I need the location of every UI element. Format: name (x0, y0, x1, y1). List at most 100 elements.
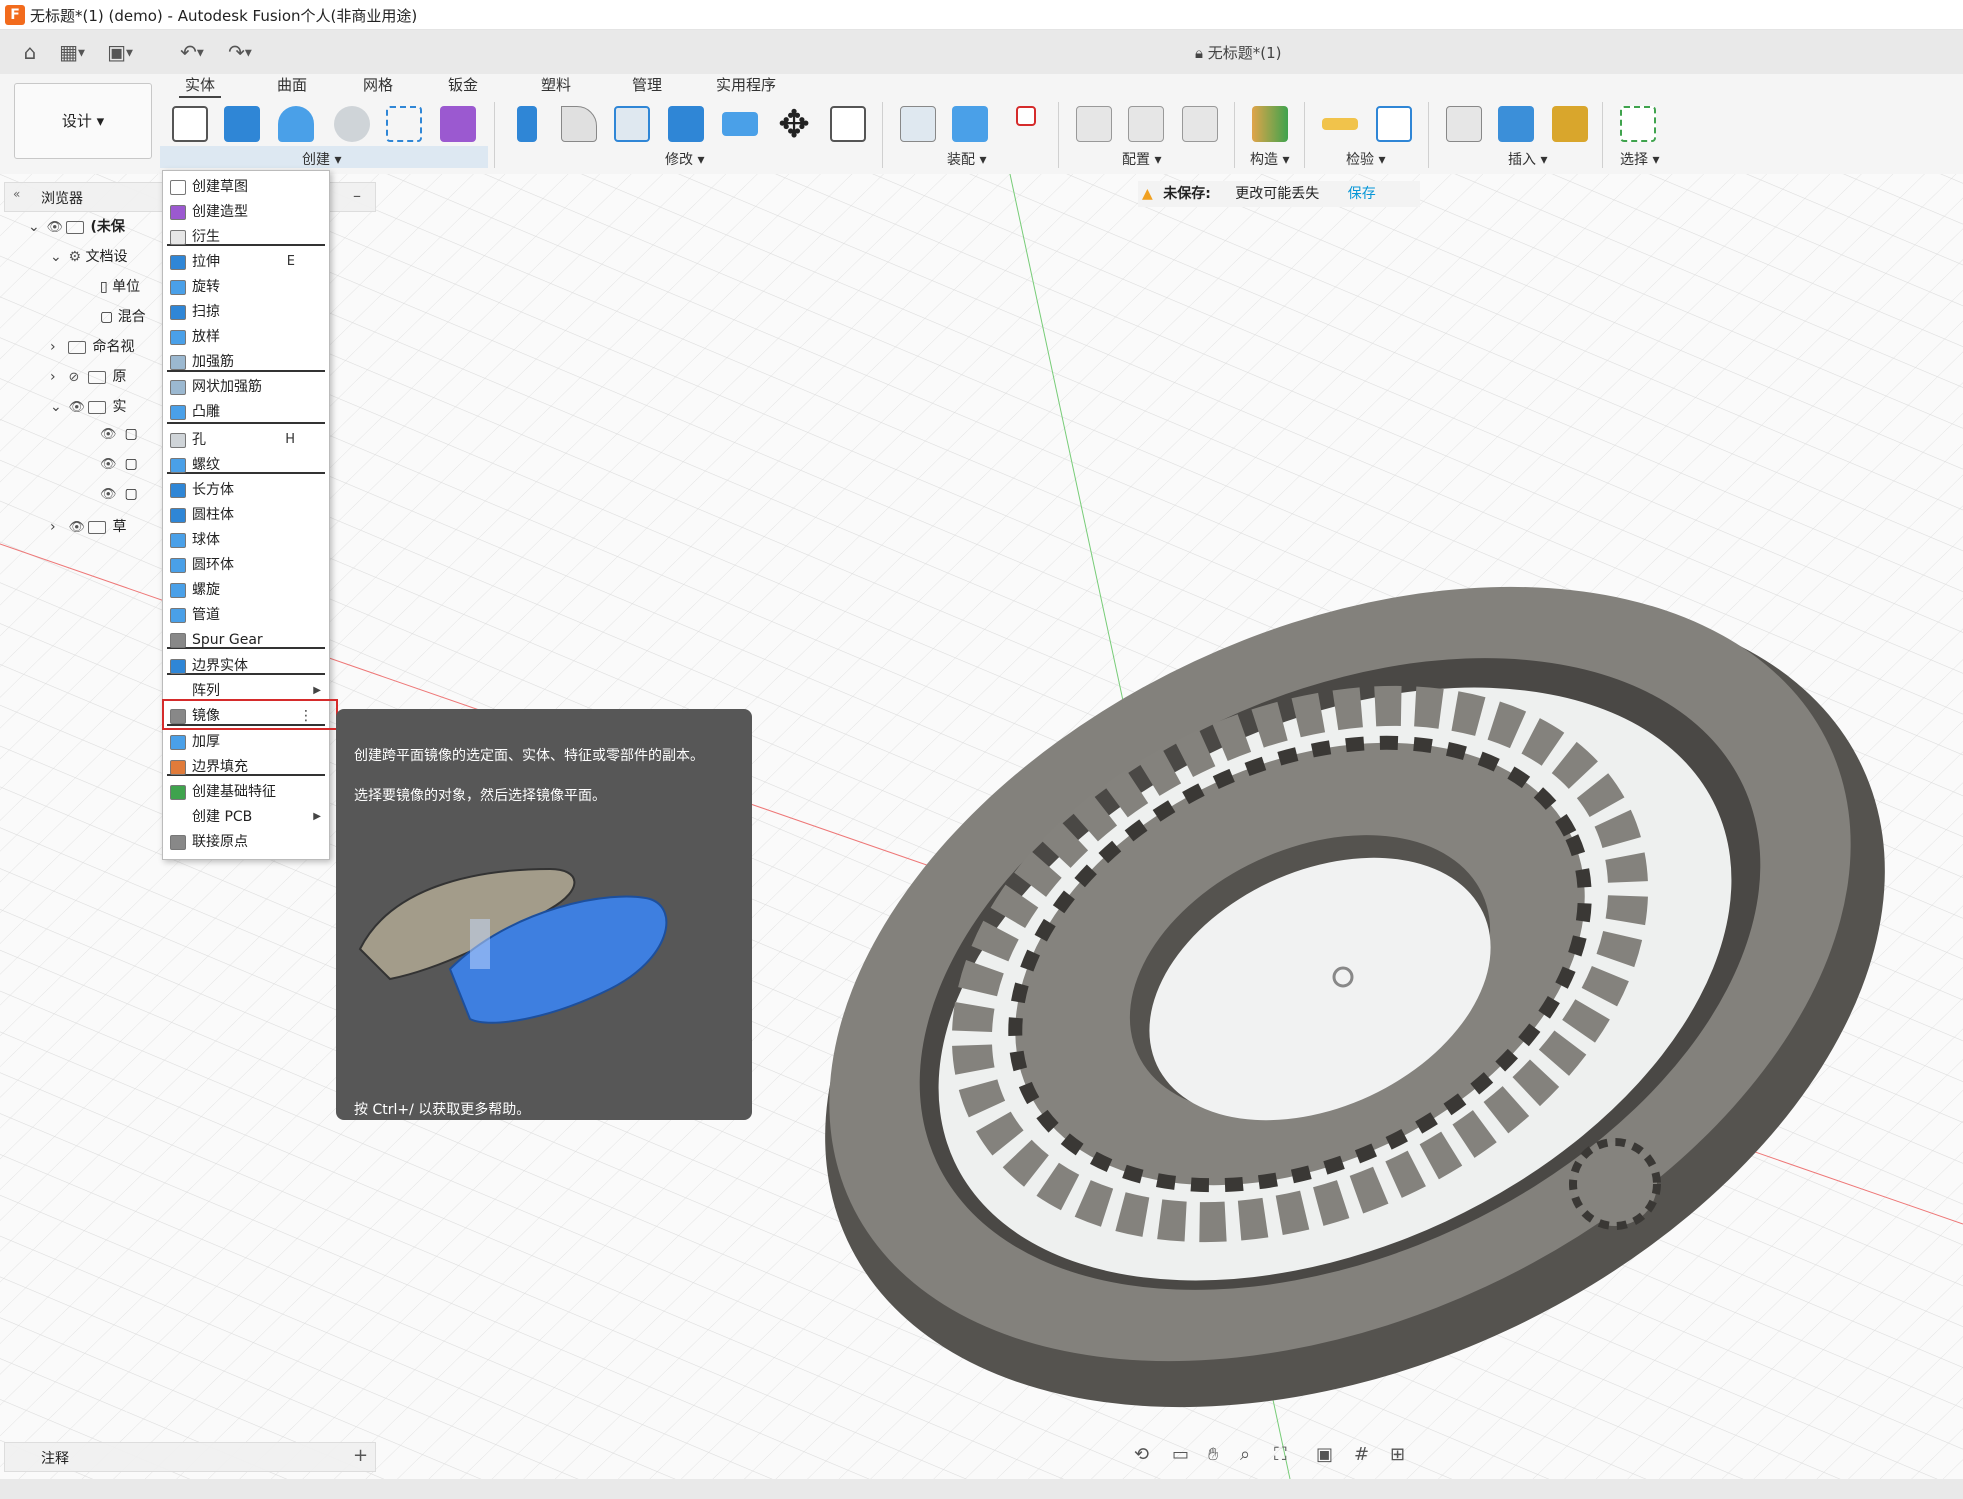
menu-item-sphere[interactable]: 球体 (163, 528, 329, 553)
group-modify[interactable]: 修改 ▾ (665, 149, 704, 169)
group-insert[interactable]: 插入 ▾ (1508, 149, 1547, 169)
configure-tool-2[interactable] (1124, 102, 1168, 146)
tab-solid[interactable]: 实体 (179, 74, 222, 98)
tree-origin[interactable]: › ⊘ 原 (50, 366, 126, 396)
tree-named-views[interactable]: › 命名视 (50, 336, 134, 366)
grid-icon[interactable]: # (1354, 1444, 1369, 1465)
menu-item-box[interactable]: 长方体 (163, 478, 329, 503)
offset-face-tool[interactable] (718, 102, 762, 146)
combine-tool[interactable] (664, 102, 708, 146)
menu-item-boundary[interactable]: 边界实体 (163, 654, 329, 679)
eye-icon[interactable]: 👁︎ (100, 487, 120, 502)
menu-item-thicken[interactable]: 加厚 (163, 730, 329, 755)
tab-surface[interactable]: 曲面 (271, 74, 313, 98)
collapse-panel-icon[interactable]: « (13, 187, 20, 201)
chevron-down-icon[interactable]: ⌄ (50, 399, 64, 415)
chevron-right-icon[interactable]: › (50, 519, 64, 535)
chevron-down-icon[interactable]: ⌄ (28, 219, 42, 235)
insert-derive-tool[interactable] (1442, 102, 1486, 146)
section-analysis-tool[interactable] (1372, 102, 1416, 146)
move-icon[interactable]: ✥ (772, 102, 816, 146)
home-icon[interactable]: ⌂ (16, 38, 44, 66)
zoom-icon[interactable]: ⌕ (1240, 1444, 1250, 1465)
extrude-tool[interactable] (220, 102, 264, 146)
tree-mixed[interactable]: ▢ 混合 (100, 306, 146, 336)
configure-tool-3[interactable] (1178, 102, 1222, 146)
revolve-tool[interactable] (274, 102, 318, 146)
image-icon[interactable] (1494, 102, 1538, 146)
press-pull-tool[interactable] (505, 102, 549, 146)
as-built-joint-tool[interactable] (1002, 102, 1046, 146)
joint-tool[interactable] (948, 102, 992, 146)
menu-item-submenu-25[interactable]: 创建 PCB ▶ (163, 805, 329, 830)
menu-item-hole[interactable]: 孔H (163, 428, 329, 453)
look-at-icon[interactable]: ▭ (1172, 1444, 1189, 1465)
tree-units[interactable]: ▯ 单位 (100, 276, 140, 306)
insert-mesh-tool[interactable] (1548, 102, 1592, 146)
hole-tool[interactable] (330, 102, 374, 146)
eye-icon[interactable]: 👁︎ (100, 457, 120, 472)
tab-sheet-metal[interactable]: 钣金 (442, 74, 484, 98)
viewports-icon[interactable]: ⊞ (1390, 1444, 1405, 1465)
chevron-right-icon[interactable]: › (50, 369, 64, 385)
select-tool[interactable] (1616, 102, 1660, 146)
offset-plane-tool[interactable] (1248, 102, 1292, 146)
tree-body-2[interactable]: 👁︎ ▢ (100, 456, 138, 486)
comments-panel[interactable]: 注释 + (4, 1442, 376, 1472)
menu-item-rib[interactable]: 加强筋 (163, 350, 329, 375)
display-settings-icon[interactable]: ▣ (1316, 1444, 1333, 1465)
configure-tool-1[interactable] (1072, 102, 1116, 146)
menu-item-loft[interactable]: 放样 (163, 325, 329, 350)
eye-icon[interactable]: 👁︎ (68, 520, 88, 535)
create-form-tool[interactable] (436, 102, 480, 146)
menu-item-joint-origin[interactable]: 联接原点 (163, 830, 329, 855)
redo-icon[interactable]: ↷▼ (220, 38, 260, 66)
document-tab[interactable]: 🔒︎ 无标题*(1) (1195, 42, 1282, 63)
menu-item-boundary-fill[interactable]: 边界填充 (163, 755, 329, 780)
menu-item-base-feature[interactable]: 创建基础特征 (163, 780, 329, 805)
undo-icon[interactable]: ↶▼ (172, 38, 212, 66)
orbit-icon[interactable]: ⟲ (1134, 1444, 1149, 1465)
parameters-tool[interactable] (826, 102, 870, 146)
menu-item-revolve[interactable]: 旋转 (163, 275, 329, 300)
menu-item-coil[interactable]: 螺旋 (163, 578, 329, 603)
menu-item-cylinder[interactable]: 圆柱体 (163, 503, 329, 528)
menu-item-form[interactable]: 创建造型 (163, 200, 329, 225)
workspace-switcher-button[interactable]: 设计 ▾ (14, 83, 152, 159)
fit-icon[interactable]: ⛶ (1274, 1444, 1287, 1465)
menu-item-pipe[interactable]: 管道 (163, 603, 329, 628)
group-assemble[interactable]: 装配 ▾ (947, 149, 986, 169)
menu-item-sweep[interactable]: 扫掠 (163, 300, 329, 325)
tree-doc-settings[interactable]: ⌄ ⚙ 文档设 (50, 246, 127, 276)
tab-utilities[interactable]: 实用程序 (710, 74, 782, 98)
tree-root[interactable]: ⌄ 👁︎ (未保 (28, 216, 125, 246)
pattern-tool[interactable] (382, 102, 426, 146)
group-inspect[interactable]: 检验 ▾ (1346, 149, 1385, 169)
menu-item-extrude[interactable]: 拉伸 E (163, 250, 329, 275)
eye-icon[interactable]: 👁︎ (68, 400, 88, 415)
tree-sketches[interactable]: › 👁︎ 草 (50, 516, 126, 546)
tree-body-3[interactable]: 👁︎ ▢ (100, 486, 138, 516)
data-panel-icon[interactable]: ▦▼ (52, 38, 92, 66)
save-file-icon[interactable]: ▣▼ (100, 38, 140, 66)
menu-item-gear[interactable]: Spur Gear (163, 628, 329, 653)
group-construct[interactable]: 构造 ▾ (1250, 149, 1289, 169)
menu-item-torus[interactable]: 圆环体 (163, 553, 329, 578)
shell-tool[interactable] (610, 102, 654, 146)
eye-hidden-icon[interactable]: ⊘ (68, 370, 88, 385)
chevron-right-icon[interactable]: › (50, 339, 64, 355)
pan-icon[interactable]: ✋︎ (1208, 1444, 1218, 1465)
menu-item-web[interactable]: 网状加强筋 (163, 375, 329, 400)
measure-icon[interactable] (1318, 102, 1362, 146)
tree-bodies[interactable]: ⌄ 👁︎ 实 (50, 396, 126, 426)
eye-icon[interactable]: 👁︎ (100, 427, 120, 442)
eye-icon[interactable]: 👁︎ (46, 220, 66, 235)
minimize-panel-icon[interactable]: – (353, 186, 361, 205)
tree-body-1[interactable]: 👁︎ ▢ (100, 426, 138, 456)
tab-mesh[interactable]: 网格 (357, 74, 399, 98)
create-sketch-tool[interactable] (168, 102, 212, 146)
save-button[interactable]: 保存 (1348, 186, 1376, 202)
group-create[interactable]: 创建 ▾ (302, 149, 341, 169)
group-select[interactable]: 选择 ▾ (1620, 149, 1659, 169)
tab-plastic[interactable]: 塑料 (535, 74, 577, 98)
